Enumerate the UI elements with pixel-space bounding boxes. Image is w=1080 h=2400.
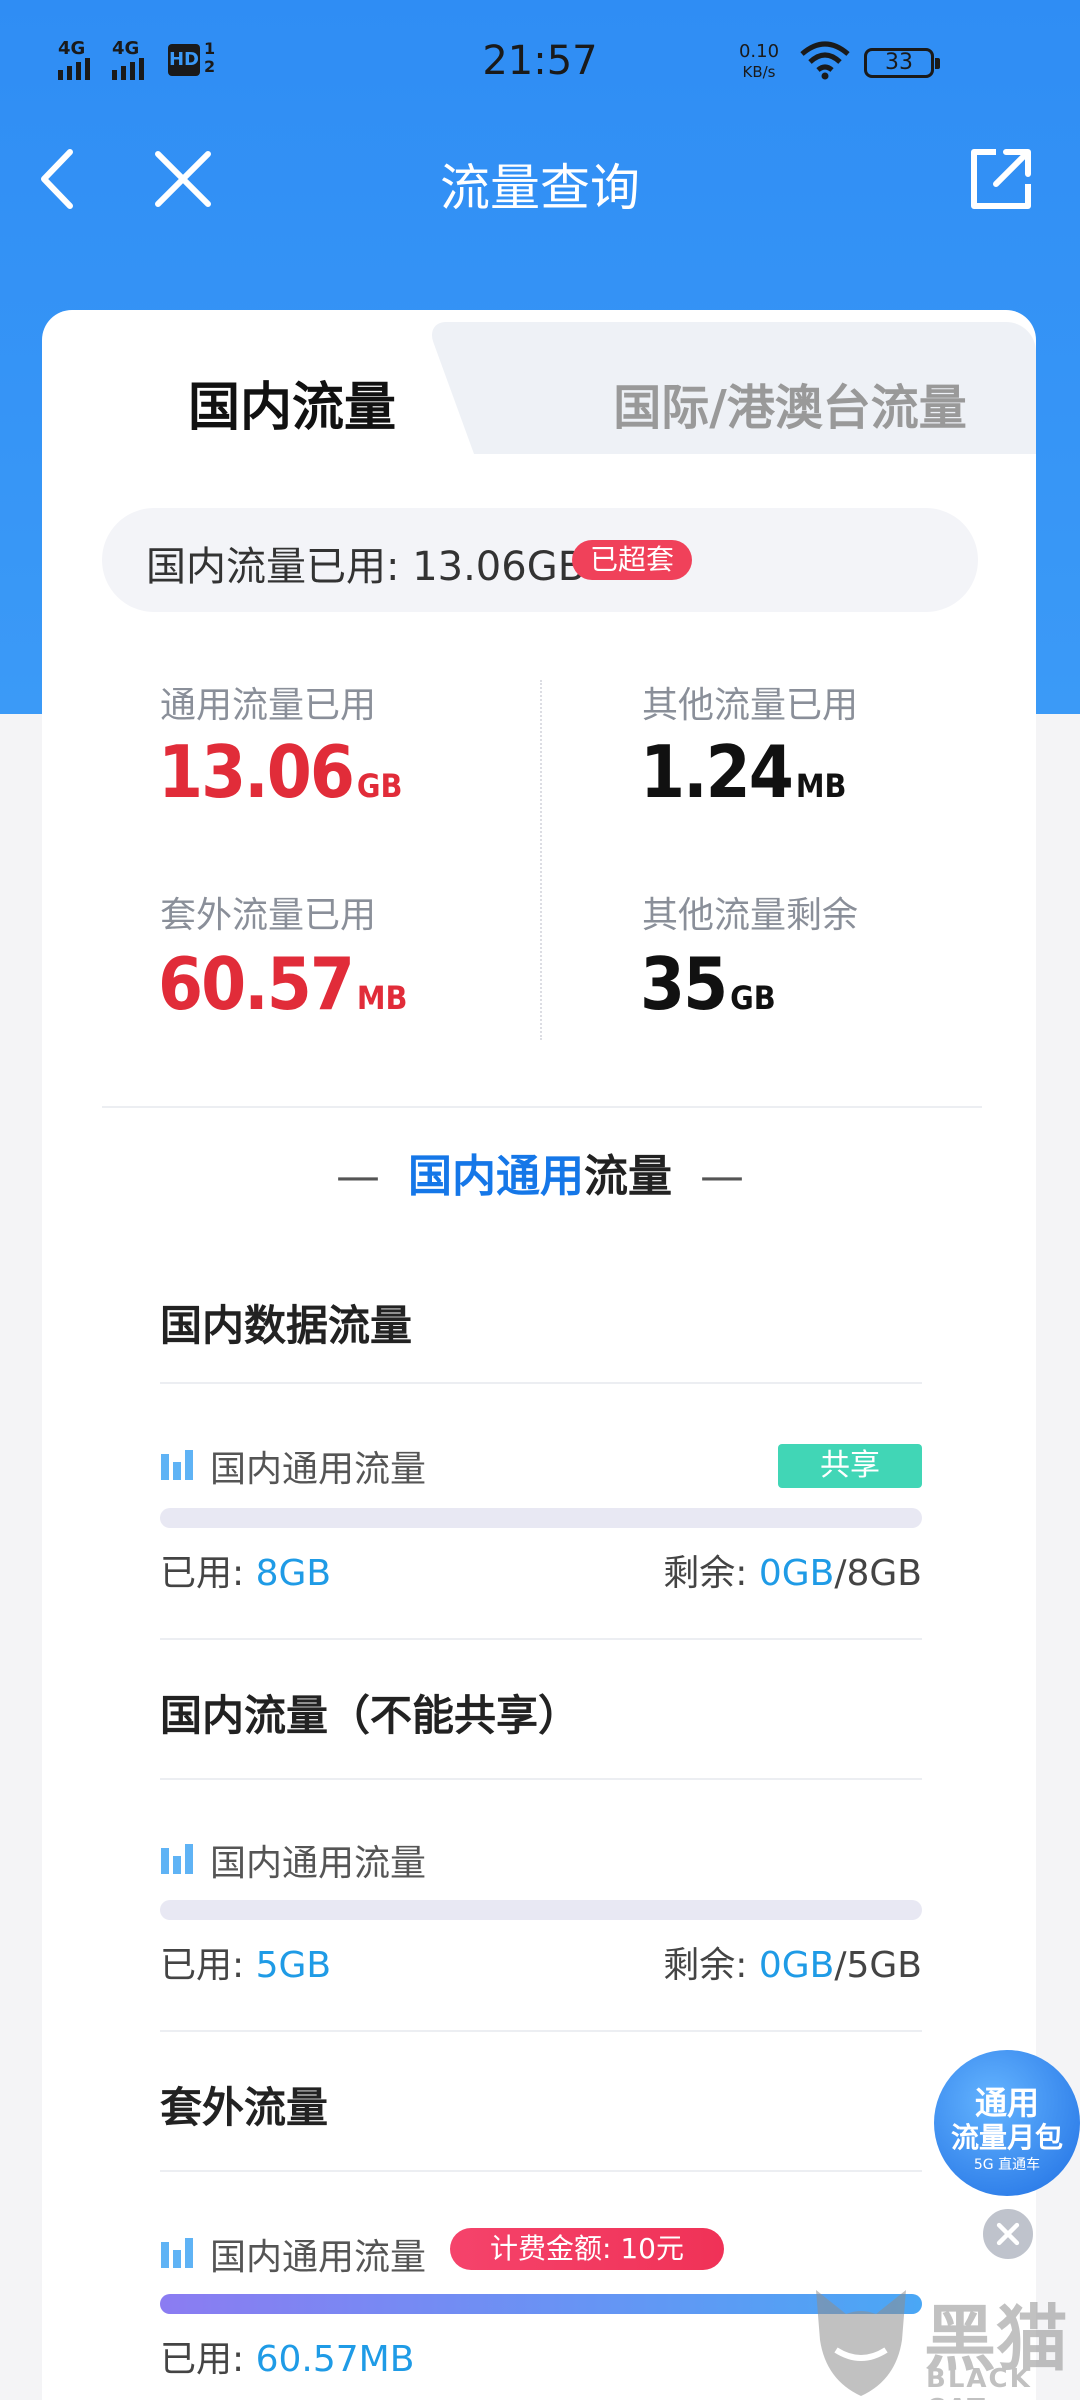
remaining-total: /8GB: [834, 1553, 922, 1594]
stat-number: 60.57: [158, 942, 355, 1026]
divider: [160, 2170, 922, 2172]
bar-chart-icon: [161, 1450, 193, 1480]
stat-value-other-remaining: 35 GB: [640, 942, 776, 1026]
stat-unit: GB: [356, 767, 403, 805]
battery-icon: 33: [864, 48, 940, 78]
stat-unit: MB: [795, 767, 847, 805]
used-label: 已用:: [160, 1945, 256, 1986]
heading-highlight: 国内通用: [408, 1151, 584, 1202]
divider: [160, 2030, 922, 2032]
remaining-label: 剩余:: [663, 1553, 759, 1594]
stat-value-overage-used: 60.57 MB: [158, 942, 407, 1026]
promo-float-button[interactable]: 通用 流量月包 5G 直通车: [934, 2050, 1080, 2196]
remaining-value: 0GB: [758, 1553, 835, 1594]
used-value: 8GB: [255, 1553, 332, 1594]
stat-unit: MB: [356, 979, 408, 1017]
divider: [102, 1106, 982, 1108]
usage-progress-bar: [160, 1508, 922, 1528]
item-label: 国内通用流量: [210, 2237, 427, 2278]
group-title-domestic-data: 国内数据流量: [160, 1301, 413, 1350]
promo-line3: 5G 直通车: [973, 2157, 1041, 2173]
item-label: 国内通用流量: [210, 1843, 427, 1884]
usage-summary: 国内流量已用: 13.06GB 已超套: [102, 508, 978, 612]
used-text: 已用: 8GB: [160, 1544, 331, 1596]
over-limit-badge: 已超套: [572, 540, 693, 580]
share-external-icon[interactable]: [966, 144, 1036, 214]
summary-text: 国内流量已用: 13.06GB: [146, 544, 586, 590]
divider: [160, 1638, 922, 1640]
cat-head-icon: [816, 2290, 906, 2396]
usage-progress-bar: [160, 1900, 922, 1920]
divider: [160, 1382, 922, 1384]
stat-number: 13.06: [158, 730, 355, 814]
item-label: 国内通用流量: [210, 1449, 427, 1490]
tab-international[interactable]: 国际/港澳台流量: [560, 368, 1020, 438]
remaining-total: /5GB: [834, 1945, 922, 1986]
heading-dash-right: —: [700, 1151, 744, 1202]
used-value: 60.57MB: [255, 2339, 415, 2380]
heading-dash-left: —: [336, 1151, 380, 1202]
stat-label-other-remaining: 其他流量剩余: [642, 895, 859, 936]
bar-chart-icon: [161, 2238, 193, 2268]
remaining-value: 0GB: [758, 1945, 835, 1986]
nav-bar: 流量查询: [0, 130, 1080, 230]
stat-value-general-used: 13.06 GB: [158, 730, 402, 814]
wifi-icon: [800, 41, 850, 80]
divider: [160, 1778, 922, 1780]
stats-divider: [540, 680, 542, 1040]
group-title-domestic-nonshare: 国内流量（不能共享）: [160, 1691, 581, 1740]
bar-chart-icon: [161, 1844, 193, 1874]
network-speed: 0.10 KB/s: [734, 42, 784, 82]
used-text: 已用: 60.57MB: [160, 2330, 414, 2382]
used-label: 已用:: [160, 2339, 256, 2380]
page-title: 流量查询: [440, 159, 640, 217]
used-value: 5GB: [255, 1945, 332, 1986]
network-speed-value: 0.10: [738, 41, 780, 62]
share-tag: 共享: [778, 1444, 922, 1488]
group-title-overage: 套外流量: [160, 2083, 329, 2132]
remaining-text: 剩余: 0GB/5GB: [663, 1936, 922, 1988]
watermark-en: BLACK CAT: [926, 2364, 1032, 2400]
close-icon[interactable]: [980, 2206, 1036, 2262]
status-bar: 4G 4G HD 1 2 21:57 0.10 KB/s 33: [0, 0, 1080, 130]
stat-number: 1.24: [640, 730, 794, 814]
watermark-logo: 黑猫 BLACK CAT: [806, 2280, 1080, 2400]
used-label: 已用:: [160, 1553, 256, 1594]
heading-suffix: 流量: [584, 1151, 672, 1202]
network-speed-unit: KB/s: [742, 63, 776, 81]
remaining-label: 剩余:: [663, 1945, 759, 1986]
used-text: 已用: 5GB: [160, 1936, 331, 1988]
stat-unit: GB: [730, 979, 776, 1017]
stat-number: 35: [640, 942, 728, 1026]
stat-label-other-used: 其他流量已用: [642, 685, 859, 726]
promo-line2: 流量月包: [950, 2121, 1063, 2154]
tab-domestic[interactable]: 国内流量: [42, 365, 542, 440]
section-heading: — 国内通用流量 —: [0, 1140, 1080, 1204]
remaining-text: 剩余: 0GB/8GB: [663, 1544, 922, 1596]
stat-label-overage-used: 套外流量已用: [160, 895, 377, 936]
fee-tag: 计费金额: 10元: [450, 2228, 724, 2270]
stat-label-general-used: 通用流量已用: [160, 685, 377, 726]
stat-value-other-used: 1.24 MB: [640, 730, 846, 814]
